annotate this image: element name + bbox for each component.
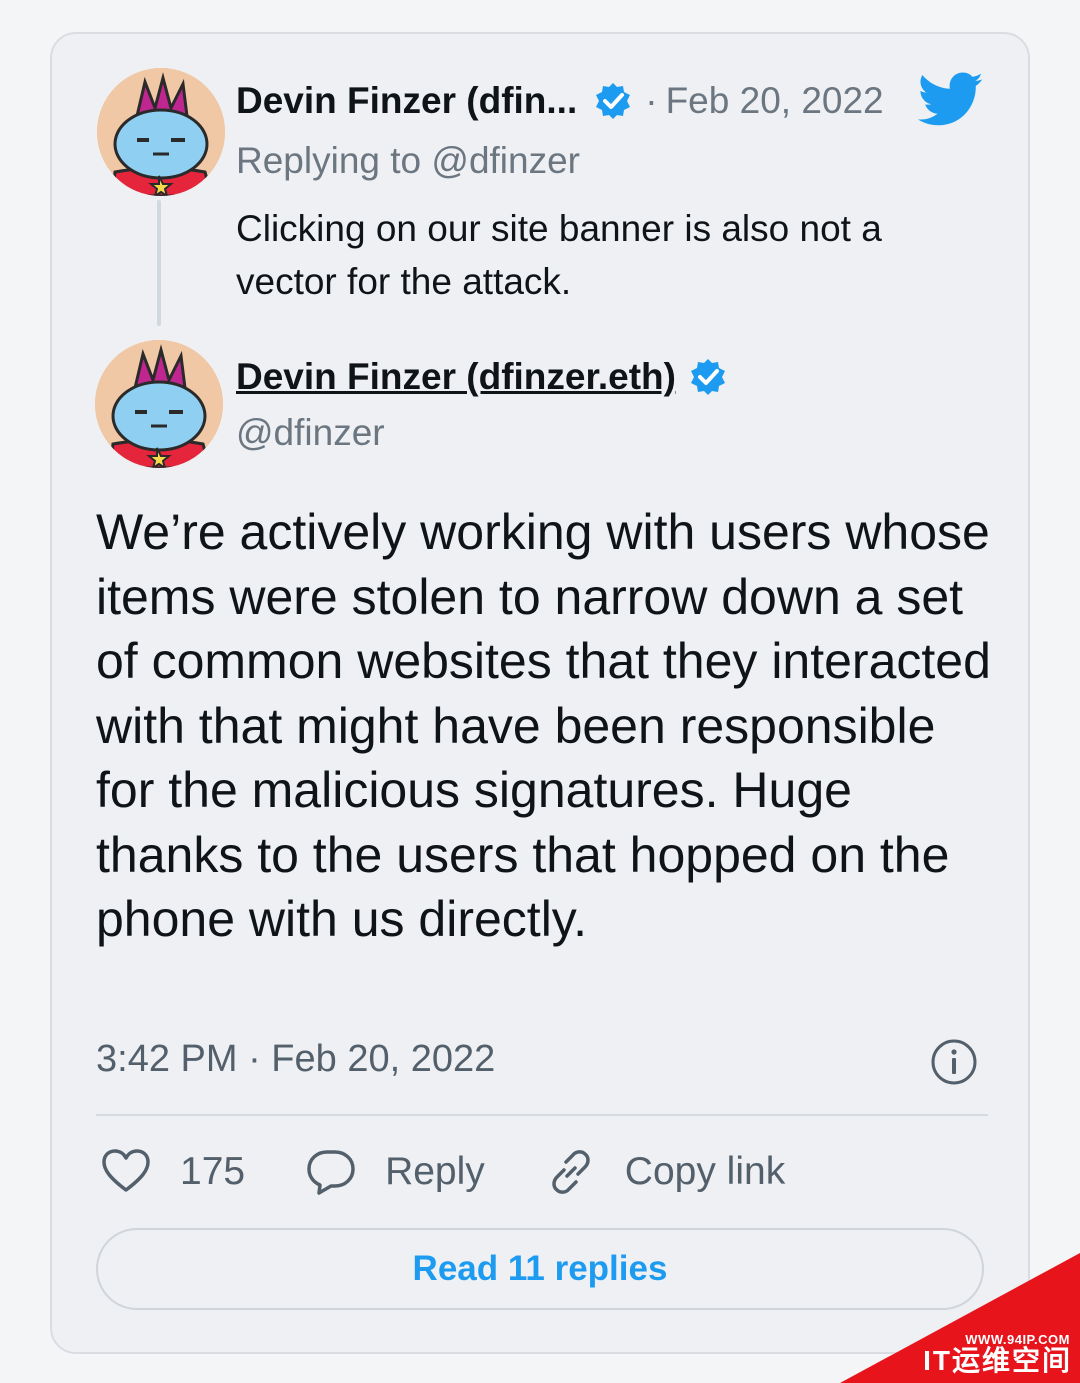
like-button[interactable]: 175 [100, 1146, 245, 1198]
main-author-handle[interactable]: @dfinzer [236, 412, 728, 454]
parent-avatar[interactable] [97, 68, 225, 196]
replying-to-label[interactable]: Replying to @dfinzer [236, 140, 580, 182]
watermark: WWW.94IP.COM IT运维空间 [840, 1253, 1080, 1383]
verified-badge-icon [688, 357, 728, 397]
main-tweet-text: We’re actively working with users whose … [96, 504, 991, 947]
link-icon [552, 1150, 590, 1194]
like-count: 175 [180, 1150, 246, 1193]
tweet-actions-bar: 175 Reply Copy link [100, 1140, 845, 1204]
main-tweet-header: Devin Finzer (dfinzer.eth) @dfinzer [236, 352, 728, 454]
avatar-illustration [95, 340, 223, 468]
twitter-bird-icon[interactable] [917, 72, 984, 128]
avatar-illustration [97, 68, 225, 196]
parent-tweet-header: Devin Finzer (dfin... · Feb 20, 2022 [236, 76, 884, 126]
copy-link-button[interactable]: Copy link [545, 1146, 785, 1198]
tweet-timestamp[interactable]: 3:42 PM · Feb 20, 2022 [96, 1038, 495, 1081]
heart-icon [102, 1149, 150, 1192]
parent-tweet-text: Clicking on our site banner is also not … [236, 208, 882, 302]
divider [96, 1114, 988, 1116]
copy-link-label: Copy link [624, 1150, 786, 1193]
main-author-name[interactable]: Devin Finzer (dfinzer.eth) [236, 356, 676, 398]
watermark-brand: IT运维空间 [923, 1345, 1072, 1376]
parent-tweet-date[interactable]: Feb 20, 2022 [666, 80, 884, 122]
reply-bubble-icon [307, 1150, 355, 1195]
separator-dot: · [645, 80, 658, 121]
info-icon[interactable] [930, 1038, 978, 1086]
reply-label: Reply [385, 1150, 485, 1193]
verified-badge-icon [593, 81, 633, 121]
parent-author-name[interactable]: Devin Finzer (dfin... [236, 80, 577, 122]
thread-connector-line [157, 200, 161, 326]
reply-button[interactable]: Reply [305, 1146, 485, 1198]
main-avatar[interactable] [95, 340, 223, 468]
